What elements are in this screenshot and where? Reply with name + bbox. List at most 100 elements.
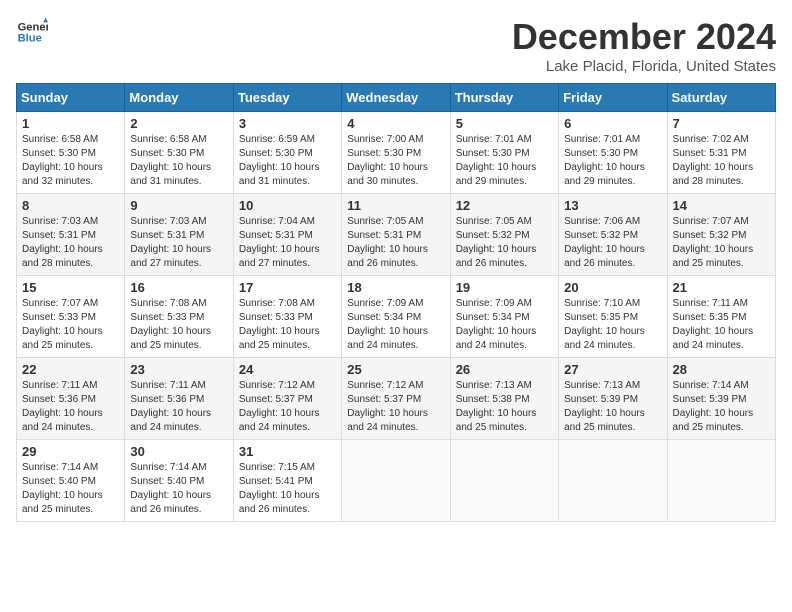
day-info: Sunrise: 7:01 AM Sunset: 5:30 PM Dayligh…	[564, 133, 661, 189]
table-row: 21 Sunrise: 7:11 AM Sunset: 5:35 PM Dayl…	[667, 276, 775, 358]
day-info: Sunrise: 7:14 AM Sunset: 5:39 PM Dayligh…	[673, 379, 770, 435]
day-number: 12	[456, 198, 553, 213]
table-row: 30 Sunrise: 7:14 AM Sunset: 5:40 PM Dayl…	[125, 440, 233, 522]
day-info: Sunrise: 6:58 AM Sunset: 5:30 PM Dayligh…	[22, 133, 119, 189]
col-monday: Monday	[125, 84, 233, 112]
table-row: 9 Sunrise: 7:03 AM Sunset: 5:31 PM Dayli…	[125, 194, 233, 276]
day-info: Sunrise: 7:15 AM Sunset: 5:41 PM Dayligh…	[239, 461, 336, 517]
table-row: 24 Sunrise: 7:12 AM Sunset: 5:37 PM Dayl…	[233, 358, 341, 440]
col-saturday: Saturday	[667, 84, 775, 112]
col-sunday: Sunday	[17, 84, 125, 112]
day-info: Sunrise: 7:08 AM Sunset: 5:33 PM Dayligh…	[130, 297, 227, 353]
table-row: 15 Sunrise: 7:07 AM Sunset: 5:33 PM Dayl…	[17, 276, 125, 358]
table-row: 10 Sunrise: 7:04 AM Sunset: 5:31 PM Dayl…	[233, 194, 341, 276]
svg-text:General: General	[18, 21, 48, 33]
day-number: 7	[673, 116, 770, 131]
title-area: December 2024 Lake Placid, Florida, Unit…	[512, 16, 776, 75]
col-friday: Friday	[559, 84, 667, 112]
day-number: 10	[239, 198, 336, 213]
day-number: 17	[239, 280, 336, 295]
month-title: December 2024	[512, 16, 776, 58]
day-info: Sunrise: 6:58 AM Sunset: 5:30 PM Dayligh…	[130, 133, 227, 189]
day-number: 27	[564, 362, 661, 377]
location-title: Lake Placid, Florida, United States	[512, 58, 776, 75]
svg-text:Blue: Blue	[18, 33, 42, 45]
day-number: 18	[347, 280, 444, 295]
day-info: Sunrise: 7:10 AM Sunset: 5:35 PM Dayligh…	[564, 297, 661, 353]
day-number: 26	[456, 362, 553, 377]
table-row: 18 Sunrise: 7:09 AM Sunset: 5:34 PM Dayl…	[342, 276, 450, 358]
table-row	[667, 440, 775, 522]
table-row: 25 Sunrise: 7:12 AM Sunset: 5:37 PM Dayl…	[342, 358, 450, 440]
day-info: Sunrise: 7:09 AM Sunset: 5:34 PM Dayligh…	[347, 297, 444, 353]
table-row: 31 Sunrise: 7:15 AM Sunset: 5:41 PM Dayl…	[233, 440, 341, 522]
day-number: 15	[22, 280, 119, 295]
table-row: 29 Sunrise: 7:14 AM Sunset: 5:40 PM Dayl…	[17, 440, 125, 522]
day-number: 19	[456, 280, 553, 295]
day-number: 20	[564, 280, 661, 295]
day-info: Sunrise: 7:13 AM Sunset: 5:39 PM Dayligh…	[564, 379, 661, 435]
calendar-row: 15 Sunrise: 7:07 AM Sunset: 5:33 PM Dayl…	[17, 276, 776, 358]
day-number: 11	[347, 198, 444, 213]
day-number: 25	[347, 362, 444, 377]
table-row: 14 Sunrise: 7:07 AM Sunset: 5:32 PM Dayl…	[667, 194, 775, 276]
day-number: 6	[564, 116, 661, 131]
table-row: 1 Sunrise: 6:58 AM Sunset: 5:30 PM Dayli…	[17, 112, 125, 194]
day-info: Sunrise: 7:07 AM Sunset: 5:33 PM Dayligh…	[22, 297, 119, 353]
table-row: 12 Sunrise: 7:05 AM Sunset: 5:32 PM Dayl…	[450, 194, 558, 276]
table-row: 2 Sunrise: 6:58 AM Sunset: 5:30 PM Dayli…	[125, 112, 233, 194]
table-row: 3 Sunrise: 6:59 AM Sunset: 5:30 PM Dayli…	[233, 112, 341, 194]
page-header: General Blue December 2024 Lake Placid, …	[16, 16, 776, 75]
day-info: Sunrise: 7:14 AM Sunset: 5:40 PM Dayligh…	[130, 461, 227, 517]
day-info: Sunrise: 7:04 AM Sunset: 5:31 PM Dayligh…	[239, 215, 336, 271]
table-row: 22 Sunrise: 7:11 AM Sunset: 5:36 PM Dayl…	[17, 358, 125, 440]
calendar-row: 22 Sunrise: 7:11 AM Sunset: 5:36 PM Dayl…	[17, 358, 776, 440]
col-thursday: Thursday	[450, 84, 558, 112]
day-number: 3	[239, 116, 336, 131]
day-info: Sunrise: 7:02 AM Sunset: 5:31 PM Dayligh…	[673, 133, 770, 189]
day-info: Sunrise: 7:11 AM Sunset: 5:35 PM Dayligh…	[673, 297, 770, 353]
day-number: 2	[130, 116, 227, 131]
day-info: Sunrise: 7:05 AM Sunset: 5:32 PM Dayligh…	[456, 215, 553, 271]
day-info: Sunrise: 7:12 AM Sunset: 5:37 PM Dayligh…	[347, 379, 444, 435]
day-info: Sunrise: 7:08 AM Sunset: 5:33 PM Dayligh…	[239, 297, 336, 353]
day-info: Sunrise: 7:03 AM Sunset: 5:31 PM Dayligh…	[22, 215, 119, 271]
day-number: 16	[130, 280, 227, 295]
day-info: Sunrise: 6:59 AM Sunset: 5:30 PM Dayligh…	[239, 133, 336, 189]
logo-icon: General Blue	[16, 16, 48, 48]
day-number: 13	[564, 198, 661, 213]
day-number: 29	[22, 444, 119, 459]
day-number: 8	[22, 198, 119, 213]
day-number: 21	[673, 280, 770, 295]
day-info: Sunrise: 7:11 AM Sunset: 5:36 PM Dayligh…	[22, 379, 119, 435]
table-row: 23 Sunrise: 7:11 AM Sunset: 5:36 PM Dayl…	[125, 358, 233, 440]
calendar-row: 1 Sunrise: 6:58 AM Sunset: 5:30 PM Dayli…	[17, 112, 776, 194]
table-row: 5 Sunrise: 7:01 AM Sunset: 5:30 PM Dayli…	[450, 112, 558, 194]
day-number: 22	[22, 362, 119, 377]
day-info: Sunrise: 7:09 AM Sunset: 5:34 PM Dayligh…	[456, 297, 553, 353]
day-info: Sunrise: 7:07 AM Sunset: 5:32 PM Dayligh…	[673, 215, 770, 271]
day-info: Sunrise: 7:14 AM Sunset: 5:40 PM Dayligh…	[22, 461, 119, 517]
table-row: 8 Sunrise: 7:03 AM Sunset: 5:31 PM Dayli…	[17, 194, 125, 276]
day-number: 28	[673, 362, 770, 377]
day-number: 1	[22, 116, 119, 131]
table-row: 7 Sunrise: 7:02 AM Sunset: 5:31 PM Dayli…	[667, 112, 775, 194]
table-row: 17 Sunrise: 7:08 AM Sunset: 5:33 PM Dayl…	[233, 276, 341, 358]
day-number: 30	[130, 444, 227, 459]
header-row: Sunday Monday Tuesday Wednesday Thursday…	[17, 84, 776, 112]
day-number: 4	[347, 116, 444, 131]
table-row: 28 Sunrise: 7:14 AM Sunset: 5:39 PM Dayl…	[667, 358, 775, 440]
table-row: 19 Sunrise: 7:09 AM Sunset: 5:34 PM Dayl…	[450, 276, 558, 358]
logo: General Blue	[16, 16, 48, 48]
calendar-row: 29 Sunrise: 7:14 AM Sunset: 5:40 PM Dayl…	[17, 440, 776, 522]
day-number: 14	[673, 198, 770, 213]
day-number: 24	[239, 362, 336, 377]
day-info: Sunrise: 7:01 AM Sunset: 5:30 PM Dayligh…	[456, 133, 553, 189]
table-row: 26 Sunrise: 7:13 AM Sunset: 5:38 PM Dayl…	[450, 358, 558, 440]
table-row	[342, 440, 450, 522]
day-info: Sunrise: 7:03 AM Sunset: 5:31 PM Dayligh…	[130, 215, 227, 271]
table-row: 27 Sunrise: 7:13 AM Sunset: 5:39 PM Dayl…	[559, 358, 667, 440]
table-row: 6 Sunrise: 7:01 AM Sunset: 5:30 PM Dayli…	[559, 112, 667, 194]
day-info: Sunrise: 7:06 AM Sunset: 5:32 PM Dayligh…	[564, 215, 661, 271]
day-info: Sunrise: 7:05 AM Sunset: 5:31 PM Dayligh…	[347, 215, 444, 271]
